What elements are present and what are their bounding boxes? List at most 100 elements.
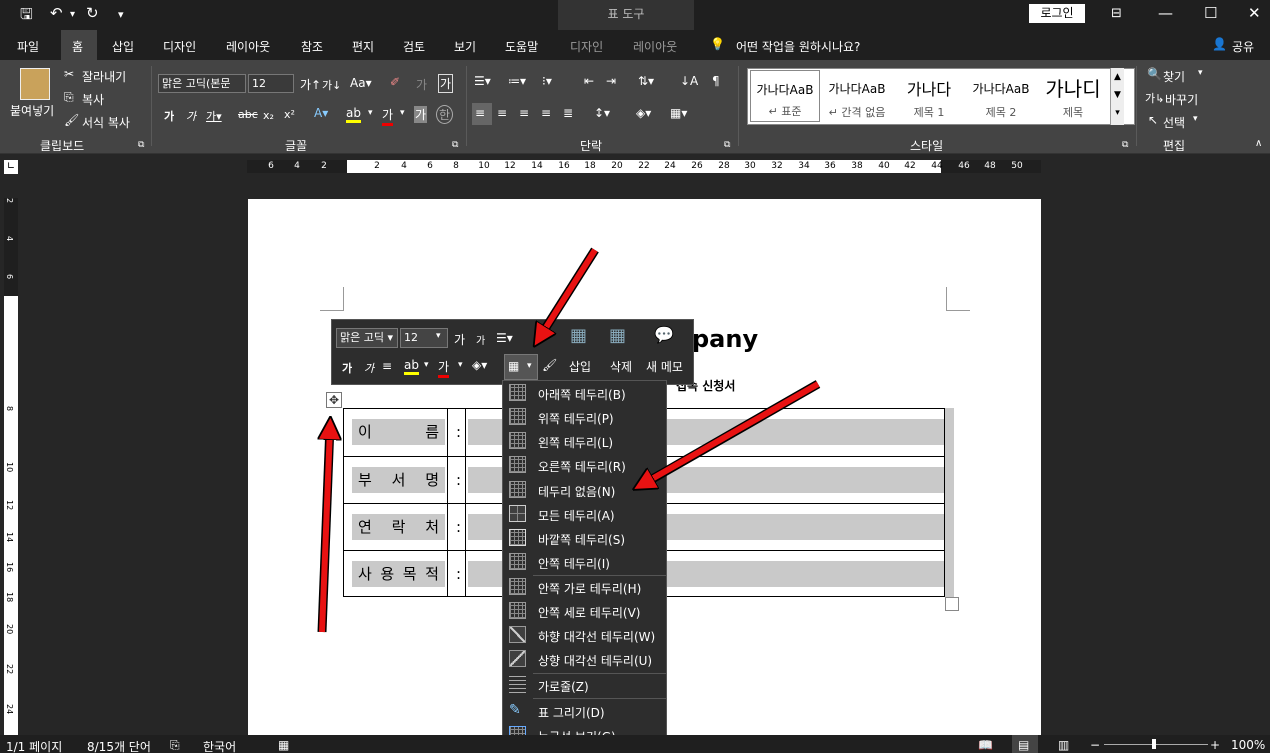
mini-bold-icon[interactable]: 가 — [342, 360, 352, 376]
style-no-spacing[interactable]: 가나다AaB ↵ 간격 없음 — [822, 70, 892, 122]
tab-references[interactable]: 참조 — [301, 38, 323, 55]
menu-draw-table[interactable]: ✎ 표 그리기(D) — [503, 699, 666, 723]
borders-icon[interactable]: ▦▾ — [670, 106, 687, 120]
mini-font-color-dropdown-icon[interactable]: ▾ — [458, 360, 463, 370]
grow-font-icon[interactable]: 가↑ — [300, 76, 321, 93]
replace-button[interactable]: 바꾸기 — [1165, 91, 1198, 108]
share-button[interactable]: 공유 — [1232, 38, 1254, 55]
tab-layout[interactable]: 레이아웃 — [226, 38, 270, 55]
tab-home[interactable]: 홈 — [72, 38, 83, 55]
phonetic-icon[interactable]: 가 — [416, 76, 427, 93]
superscript-icon[interactable]: x² — [284, 108, 295, 121]
align-left-icon[interactable]: ≡ — [475, 106, 485, 120]
cut-button[interactable]: 잘라내기 — [82, 68, 126, 85]
menu-left-border[interactable]: 왼쪽 테두리(L) — [503, 429, 666, 453]
find-dropdown-icon[interactable]: ▾ — [1198, 68, 1203, 78]
mini-format-painter-icon[interactable]: 🖌 — [542, 358, 557, 372]
menu-no-border[interactable]: 테두리 없음(N) — [503, 478, 666, 502]
zoom-in-icon[interactable]: + — [1210, 738, 1220, 752]
menu-inside-borders[interactable]: 안쪽 테두리(I) — [503, 550, 666, 574]
menu-inside-vertical-border[interactable]: 안쪽 세로 테두리(V) — [503, 599, 666, 623]
ribbon-display-icon[interactable]: ⊟ — [1111, 6, 1122, 21]
tab-help[interactable]: 도움말 — [505, 38, 538, 55]
mini-shrink-font-icon[interactable]: 가 — [476, 332, 485, 347]
tab-insert[interactable]: 삽입 — [112, 38, 134, 55]
page-count[interactable]: 1/1 페이지 — [6, 738, 62, 753]
mini-new-memo-button[interactable]: 새 메모 — [646, 358, 683, 375]
maximize-icon[interactable]: ☐ — [1204, 4, 1217, 22]
tab-mailings[interactable]: 편지 — [352, 38, 374, 55]
menu-diagonal-down-border[interactable]: 하향 대각선 테두리(W) — [503, 623, 666, 647]
new-comment-icon[interactable]: 💬 — [654, 325, 674, 344]
proofing-icon[interactable]: ⎘ — [170, 738, 180, 753]
table-resize-handle[interactable] — [945, 597, 959, 611]
zoom-level[interactable]: 100% — [1231, 738, 1265, 752]
tab-file[interactable]: 파일 — [17, 38, 39, 55]
mini-bullets-icon[interactable]: ☰▾ — [496, 331, 513, 345]
tab-view[interactable]: 보기 — [454, 38, 476, 55]
mini-insert-button[interactable]: 삽입 — [569, 358, 591, 375]
select-button[interactable]: 선택 — [1163, 114, 1185, 131]
zoom-slider-thumb[interactable] — [1152, 739, 1156, 749]
mini-shading-icon[interactable]: ◈▾ — [472, 358, 487, 372]
text-effects-icon[interactable]: A▾ — [314, 106, 328, 120]
highlight-icon[interactable]: ab — [346, 106, 361, 123]
insert-table-icon[interactable]: ▦ — [570, 325, 587, 346]
change-case-icon[interactable]: Aa▾ — [350, 76, 372, 90]
word-count[interactable]: 8/15개 단어 — [87, 738, 151, 753]
copy-icon[interactable]: ⎘ — [64, 90, 74, 105]
paragraph-launcher-icon[interactable]: ⧉ — [724, 140, 730, 150]
collapse-ribbon-icon[interactable]: ∧ — [1255, 138, 1262, 149]
tell-me-search[interactable]: 어떤 작업을 원하시나요? — [736, 38, 860, 55]
tab-table-design[interactable]: 디자인 — [570, 38, 603, 55]
clear-format-icon[interactable]: ✐ — [390, 75, 400, 89]
style-heading-1[interactable]: 가나다 제목 1 — [894, 70, 964, 122]
copy-button[interactable]: 복사 — [82, 91, 104, 108]
find-button[interactable]: 찾기 — [1163, 68, 1185, 85]
mini-center-icon[interactable]: ≡ — [382, 359, 392, 373]
tab-review[interactable]: 검토 — [403, 38, 425, 55]
sort-icon[interactable]: ↓A — [680, 74, 698, 88]
menu-outside-borders[interactable]: 바깥쪽 테두리(S) — [503, 526, 666, 550]
align-center-icon[interactable]: ≡ — [497, 106, 507, 120]
print-layout-icon[interactable]: ▤ — [1018, 738, 1029, 752]
char-shading-icon[interactable]: 가 — [414, 106, 428, 123]
font-color-dropdown-icon[interactable]: ▾ — [400, 108, 405, 118]
increase-indent-icon[interactable]: ⇥ — [606, 74, 616, 88]
format-painter-icon[interactable]: 🖌 — [64, 113, 79, 127]
style-normal[interactable]: 가나다AaB ↵ 표준 — [750, 70, 820, 122]
read-mode-icon[interactable]: 📖 — [978, 738, 993, 752]
menu-horizontal-line[interactable]: 가로줄(Z) — [503, 673, 666, 697]
font-size-box[interactable]: 12 — [248, 74, 294, 93]
format-painter-button[interactable]: 서식 복사 — [82, 114, 130, 131]
close-icon[interactable]: ✕ — [1248, 4, 1261, 22]
menu-diagonal-up-border[interactable]: 상향 대각선 테두리(U) — [503, 647, 666, 671]
login-button[interactable]: 로그인 — [1029, 4, 1085, 23]
text-direction-icon[interactable]: ⇅▾ — [638, 74, 654, 88]
language[interactable]: 한국어 — [203, 738, 236, 753]
web-layout-icon[interactable]: ▥ — [1058, 738, 1069, 752]
menu-top-border[interactable]: 위쪽 테두리(P) — [503, 405, 666, 429]
styles-launcher-icon[interactable]: ⧉ — [1122, 140, 1128, 150]
menu-bottom-border[interactable]: 아래쪽 테두리(B) — [503, 381, 666, 405]
styles-scroll[interactable]: ▲ ▼ ▾ — [1110, 68, 1124, 125]
menu-right-border[interactable]: 오른쪽 테두리(R) — [503, 453, 666, 477]
tab-table-layout[interactable]: 레이아웃 — [633, 38, 677, 55]
select-icon[interactable]: ↖ — [1148, 113, 1158, 127]
select-dropdown-icon[interactable]: ▾ — [1193, 114, 1198, 124]
bullets-icon[interactable]: ☰▾ — [474, 74, 491, 88]
mini-font-color-icon[interactable]: 가 — [438, 358, 450, 378]
font-color-icon[interactable]: 가 — [382, 106, 394, 126]
underline-icon[interactable]: 가▾ — [206, 108, 222, 124]
paste-icon[interactable] — [20, 68, 50, 100]
shrink-font-icon[interactable]: 가↓ — [322, 77, 341, 93]
replace-icon[interactable]: 가↳ — [1145, 90, 1164, 106]
mini-font-box[interactable]: 맑은 고딕 ▾ — [336, 328, 398, 348]
mini-borders-button[interactable]: ▦ ▾ — [504, 354, 538, 380]
mini-italic-icon[interactable]: 가 — [364, 360, 374, 376]
font-launcher-icon[interactable]: ⧉ — [452, 140, 458, 150]
find-icon[interactable]: 🔍 — [1147, 67, 1162, 81]
style-title[interactable]: 가나디 제목 — [1038, 70, 1108, 122]
zoom-slider[interactable] — [1104, 744, 1208, 745]
distribute-icon[interactable]: ≣ — [563, 106, 573, 120]
